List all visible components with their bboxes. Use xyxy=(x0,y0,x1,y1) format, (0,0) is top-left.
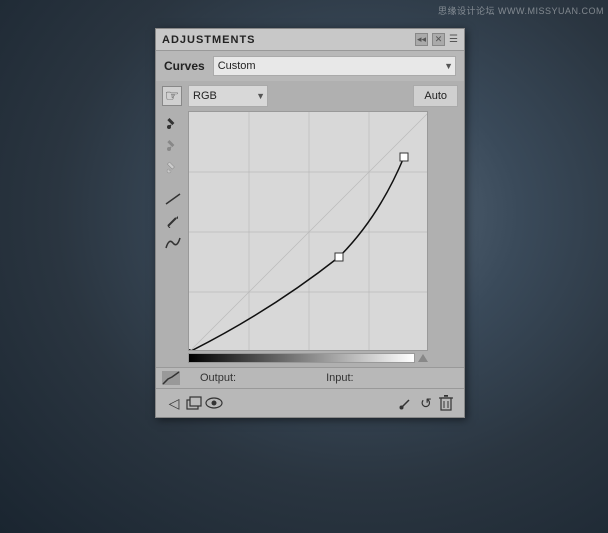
panel-titlebar: ADJUSTMENTS ◂◂ ✕ ☰ xyxy=(156,29,464,51)
smooth-button[interactable] xyxy=(163,233,183,253)
input-label: Input: xyxy=(326,372,354,384)
output-input-icon xyxy=(162,371,180,385)
adjustments-panel: ADJUSTMENTS ◂◂ ✕ ☰ Curves Custom Default… xyxy=(155,28,465,418)
pencil-mode-icon xyxy=(166,214,180,228)
curves-svg xyxy=(189,112,428,351)
output-label: Output: xyxy=(200,372,236,384)
left-toolbar xyxy=(162,111,184,253)
eyedropper-white-icon xyxy=(166,160,180,174)
preset-select-wrapper: Custom Default Strong Contrast Increase … xyxy=(213,56,456,76)
panel-body: ☞ RGB Red Green Blue ▼ Auto xyxy=(156,81,464,367)
eyedropper-black-icon xyxy=(166,116,180,130)
panel-title: ADJUSTMENTS xyxy=(162,34,256,46)
curve-mode-icon xyxy=(165,193,181,205)
eyedropper-gray-tool[interactable] xyxy=(163,135,183,155)
eyedropper-small-button[interactable] xyxy=(396,393,416,413)
eyedropper-white-tool[interactable] xyxy=(163,157,183,177)
watermark: 思缘设计论坛 WWW.MISSYUAN.COM xyxy=(438,4,604,17)
channel-row: ☞ RGB Red Green Blue ▼ Auto xyxy=(162,85,458,107)
close-button[interactable]: ✕ xyxy=(432,33,445,46)
pencil-mode-button[interactable] xyxy=(163,211,183,231)
channel-select-wrapper: RGB Red Green Blue ▼ xyxy=(188,85,268,107)
bottom-icons-row: ◁ ↺ xyxy=(156,388,464,417)
output-input-row: Output: Input: xyxy=(156,367,464,388)
trash-icon xyxy=(439,395,453,411)
controls-row xyxy=(162,111,458,363)
delete-button[interactable] xyxy=(436,393,456,413)
eyedropper-black-tool[interactable] xyxy=(163,113,183,133)
new-layer-button[interactable] xyxy=(184,393,204,413)
reset-button[interactable]: ↺ xyxy=(416,393,436,413)
preset-select[interactable]: Custom Default Strong Contrast Increase … xyxy=(213,56,456,76)
new-layer-icon xyxy=(186,395,202,411)
adjust-mode-button[interactable]: ☞ xyxy=(162,86,182,106)
visibility-button[interactable] xyxy=(204,393,224,413)
curves-header: Curves Custom Default Strong Contrast In… xyxy=(156,51,464,81)
graph-container xyxy=(188,111,458,363)
curve-mode-button[interactable] xyxy=(163,189,183,209)
panel-menu-icon[interactable]: ☰ xyxy=(449,34,458,45)
gradient-bar-row xyxy=(188,353,428,363)
eye-icon xyxy=(205,397,223,409)
curves-label: Curves xyxy=(164,59,205,73)
gradient-bar xyxy=(188,353,415,363)
auto-button[interactable]: Auto xyxy=(413,85,458,107)
eyedropper-gray-icon xyxy=(166,138,180,152)
curves-graph[interactable] xyxy=(188,111,428,351)
gradient-triangle xyxy=(418,354,428,362)
back-button[interactable]: ◁ xyxy=(164,393,184,413)
collapse-button[interactable]: ◂◂ xyxy=(415,33,428,46)
titlebar-controls: ◂◂ ✕ ☰ xyxy=(415,33,458,46)
channel-select[interactable]: RGB Red Green Blue xyxy=(188,85,268,107)
eyedropper-small-icon xyxy=(399,396,413,410)
smooth-icon xyxy=(165,236,181,250)
